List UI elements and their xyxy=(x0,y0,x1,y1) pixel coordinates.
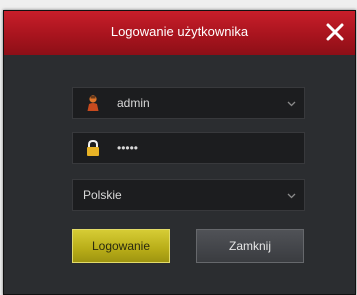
username-value: admin xyxy=(117,96,150,110)
username-select[interactable]: admin xyxy=(72,87,305,119)
close-button[interactable] xyxy=(321,18,349,46)
chevron-down-icon xyxy=(287,193,296,199)
language-select[interactable]: Polskie xyxy=(72,179,305,211)
dialog-titlebar: Logowanie użytkownika xyxy=(4,11,355,55)
chevron-down-icon xyxy=(287,101,296,107)
lock-icon xyxy=(87,139,99,156)
close-icon xyxy=(326,23,344,41)
password-field[interactable]: ••••• xyxy=(72,132,305,164)
user-icon xyxy=(87,95,99,111)
login-dialog: Logowanie użytkownika admin ••••• Polski… xyxy=(3,10,356,295)
password-value: ••••• xyxy=(117,141,139,155)
language-value: Polskie xyxy=(83,188,122,202)
close-dialog-button[interactable]: Zamknij xyxy=(196,229,304,263)
login-button[interactable]: Logowanie xyxy=(72,229,170,263)
dialog-title: Logowanie użytkownika xyxy=(110,24,249,39)
